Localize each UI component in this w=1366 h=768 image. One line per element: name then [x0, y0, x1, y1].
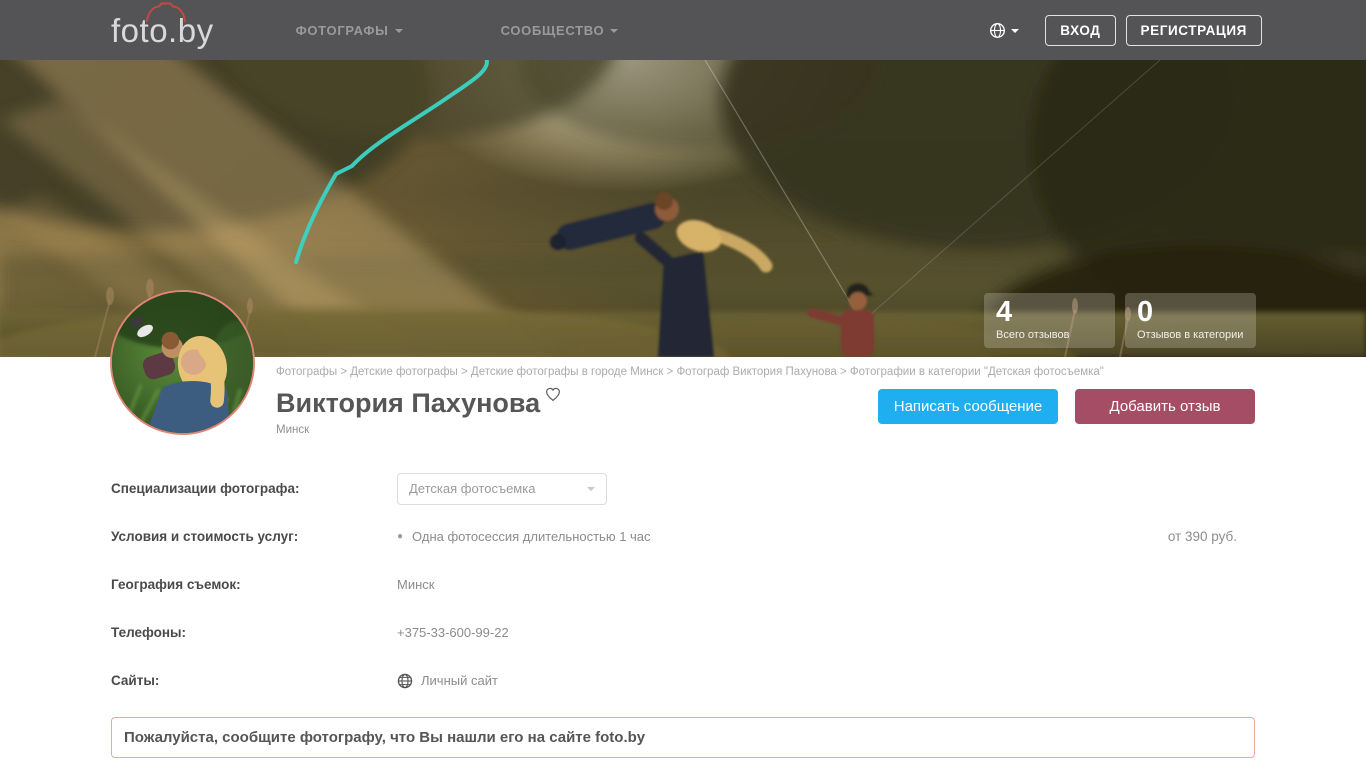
top-navbar: foto.by ФОТОГРАФЫ СООБЩЕСТВО ВХОД РЕГИСТ…: [0, 0, 1366, 60]
geography-label: География съемок:: [111, 577, 241, 593]
title-row: Виктория Пахунова Минск Написать сообщен…: [276, 387, 1255, 436]
row-geography: География съемок: Минск: [111, 569, 1255, 601]
profile-city: Минск: [276, 423, 310, 436]
avatar: [110, 290, 255, 435]
row-phones: Телефоны: +375-33-600-99-22: [111, 617, 1255, 649]
phone-value: +375-33-600-99-22: [397, 625, 509, 641]
specialization-selected-value: Детская фотосъемка: [409, 481, 536, 497]
profile-actions: Написать сообщение Добавить отзыв: [878, 389, 1255, 424]
pricing-price: от 390 руб.: [1167, 529, 1237, 545]
page-title: Виктория Пахунова: [276, 388, 541, 418]
stat-category-reviews: 0 Отзывов в категории: [1125, 292, 1256, 348]
stat-category-reviews-value: 0: [1137, 295, 1154, 328]
row-specialization: Специализации фотографа: Детская фотосъе…: [111, 472, 1255, 505]
chevron-down-icon: [587, 487, 595, 492]
profile-header: Фотографы > Детские фотографы > Детские …: [276, 357, 1255, 436]
chevron-down-icon: [394, 28, 403, 33]
breadcrumb[interactable]: Фотографы > Детские фотографы > Детские …: [276, 366, 1255, 378]
camera-outline-icon: [146, 2, 186, 22]
header-actions: ВХОД РЕГИСТРАЦИЯ: [989, 14, 1262, 46]
personal-site-label: Личный сайт: [421, 673, 498, 689]
globe-icon: [990, 22, 1006, 38]
main-nav: ФОТОГРАФЫ СООБЩЕСТВО: [296, 23, 619, 38]
pricing-label: Условия и стоимость услуг:: [111, 529, 299, 545]
pricing-item: Одна фотосессия длительностью 1 час: [412, 529, 651, 545]
stat-total-reviews-label: Всего отзывов: [996, 329, 1070, 341]
avatar-photo-illustration: [112, 292, 253, 433]
referral-notice: Пожалуйста, сообщите фотографу, что Вы н…: [111, 716, 1255, 758]
stat-category-reviews-label: Отзывов в категории: [1137, 329, 1244, 341]
specialization-label: Специализации фотографа:: [111, 481, 300, 497]
personal-site-link[interactable]: Личный сайт: [397, 673, 498, 689]
row-sites: Сайты: Личный сайт: [111, 665, 1255, 697]
globe-icon: [397, 673, 413, 688]
specialization-select[interactable]: Детская фотосъемка: [397, 472, 607, 505]
profile-content: Фотографы > Детские фотографы > Детские …: [0, 290, 1366, 758]
stat-total-reviews: 4 Всего отзывов: [984, 292, 1115, 348]
send-message-button[interactable]: Написать сообщение: [878, 389, 1058, 424]
stat-total-reviews-value: 4: [996, 295, 1013, 328]
register-button[interactable]: РЕГИСТРАЦИЯ: [1125, 14, 1262, 46]
sites-label: Сайты:: [111, 673, 160, 689]
geography-value: Минск: [397, 577, 435, 593]
nav-photographers[interactable]: ФОТОГРАФЫ: [296, 23, 403, 38]
chevron-down-icon: [610, 28, 619, 33]
nav-photographers-label: ФОТОГРАФЫ: [295, 22, 389, 38]
nav-community-label: СООБЩЕСТВО: [500, 22, 605, 38]
phones-label: Телефоны:: [111, 625, 187, 641]
site-logo[interactable]: foto.by: [111, 2, 214, 47]
nav-community[interactable]: СООБЩЕСТВО: [501, 23, 619, 38]
details-list: Специализации фотографа: Детская фотосъе…: [111, 472, 1255, 697]
row-pricing: Условия и стоимость услуг: ● Одна фотосе…: [111, 521, 1255, 553]
add-review-button[interactable]: Добавить отзыв: [1075, 389, 1255, 424]
login-button[interactable]: ВХОД: [1045, 14, 1116, 46]
favorite-heart-icon[interactable]: [544, 385, 562, 403]
chevron-down-icon: [1011, 28, 1020, 33]
bullet-icon: ●: [397, 531, 404, 543]
language-menu[interactable]: [989, 22, 1020, 39]
review-stats: 4 Всего отзывов 0 Отзывов в категории: [984, 292, 1256, 348]
